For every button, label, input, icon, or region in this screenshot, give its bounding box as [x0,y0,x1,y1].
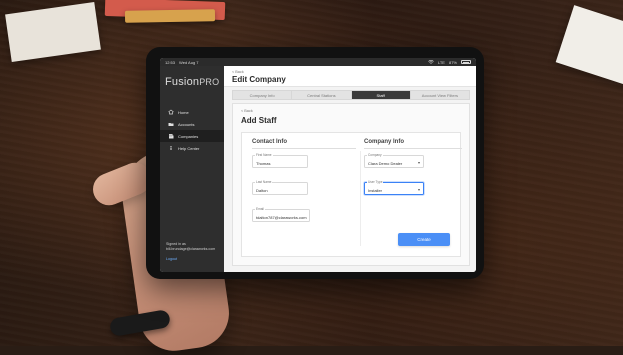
first-name-label: First Name [255,153,273,157]
section-title: Add Staff [241,116,277,125]
info-icon [168,145,174,151]
battery-icon [461,60,471,64]
ios-status-bar: 12:53 Wed Aug 7 LTE 87% [160,58,476,66]
background-scene: 12:53 Wed Aug 7 LTE 87% FusionPRO Home A… [0,0,623,355]
page-title: Edit Company [232,75,286,84]
back-link-top[interactable]: < Back [232,70,244,74]
paper-yellow-top [124,9,216,23]
add-staff-card: Contact Info Company Info First Name Tho… [241,132,462,257]
chevron-down-icon: ▾ [417,187,420,192]
sidebar-item-label: Accounts [178,121,195,127]
back-link[interactable]: < Back [241,109,253,113]
last-name-field[interactable]: Last Name Dalton [252,180,308,195]
company-tabs: Company Info Central Stations Staff Acco… [232,90,470,100]
logout-link[interactable]: Logout [166,257,215,262]
email-field[interactable]: Email tdalton787@claraworks.com [252,207,310,222]
status-time: 12:53 [165,59,176,65]
status-network: LTE [437,59,445,65]
first-name-field[interactable]: First Name Thomas [252,153,308,168]
sidebar-footer: Signed in as bill.brundage@claraworks.co… [166,242,215,262]
tab-central-stations[interactable]: Central Stations [292,91,352,99]
status-left: 12:53 Wed Aug 7 [165,60,199,65]
chevron-down-icon: ▾ [417,160,420,165]
top-header: < Back Edit Company [224,66,476,87]
sidebar-item-label: Help Center [178,145,200,151]
sidebar-item-companies[interactable]: Companies [160,130,224,142]
building-icon [168,133,174,139]
user-type-select[interactable]: User Type Installer ▾ [364,180,424,195]
wifi-icon [428,59,434,65]
tablet-screen: 12:53 Wed Aug 7 LTE 87% FusionPRO Home A… [160,58,476,272]
content-area: < Back Add Staff Contact Info Company In… [232,103,470,266]
tab-account-view-filters[interactable]: Account View Filters [411,91,469,99]
company-value: Clara Demo Dealer [368,161,403,166]
status-date: Wed Aug 7 [179,59,199,65]
sidebar-item-label: Companies [178,133,199,139]
brand-pro: PRO [199,77,220,87]
brand-main: Fusion [165,76,200,88]
status-battery-text: 87% [448,59,457,65]
contact-info-rule [252,148,356,149]
home-icon [168,109,174,115]
company-label: Company [367,153,383,157]
tab-company-info[interactable]: Company Info [233,91,293,99]
company-info-rule [364,148,462,149]
sidebar-item-accounts[interactable]: Accounts [160,118,224,130]
folder-icon [168,121,174,127]
main-panel: < Back Edit Company Company Info Central… [224,66,476,272]
status-right: LTE 87% [428,60,471,65]
user-type-value: Installer [368,188,383,193]
column-divider [360,151,361,246]
company-select[interactable]: Company Clara Demo Dealer ▾ [364,153,424,168]
company-info-title: Company Info [364,139,404,145]
contact-info-title: Contact Info [252,139,287,145]
sidebar-item-home[interactable]: Home [160,106,224,118]
user-type-label: User Type [367,180,384,184]
last-name-label: Last Name [255,180,273,184]
email-value: tdalton787@claraworks.com [256,215,307,220]
sidebar-nav: Home Accounts Companies Help Center [160,106,224,154]
signed-in-email: bill.brundage@claraworks.com [166,246,216,251]
last-name-value: Dalton [256,188,268,193]
app-logo: FusionPRO [165,76,219,88]
sidebar-item-label: Home [178,109,189,115]
sidebar-item-help-center[interactable]: Help Center [160,142,224,154]
create-button[interactable]: Create [398,233,450,246]
first-name-value: Thomas [256,161,271,166]
sidebar: FusionPRO Home Accounts Companies Help C… [160,66,224,272]
email-label: Email [255,207,265,211]
tab-staff[interactable]: Staff [351,91,411,99]
